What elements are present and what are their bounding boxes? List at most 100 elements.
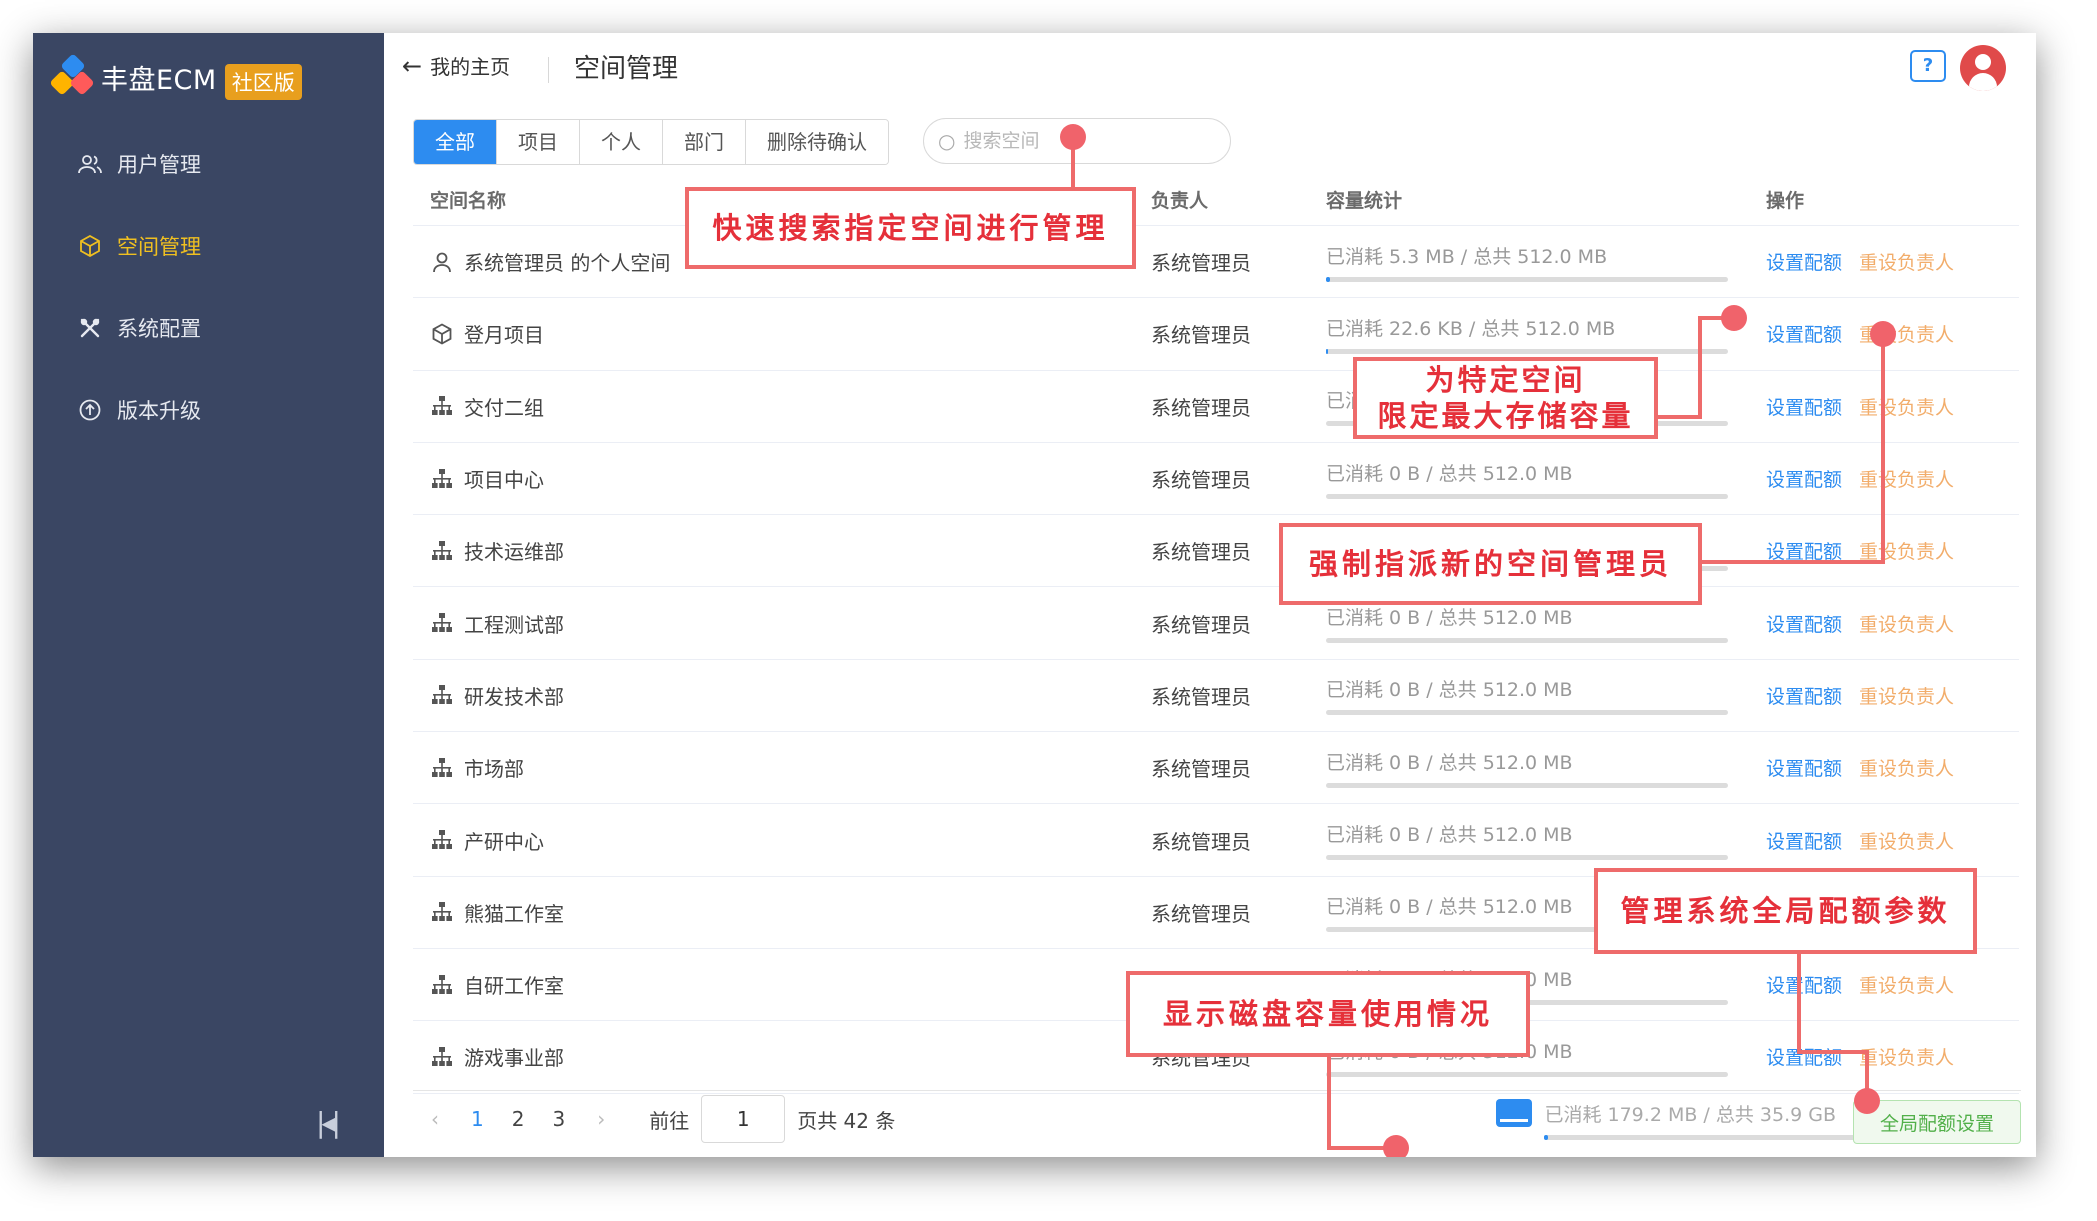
ops-cell: 设置配额重设负责人 [1766, 393, 2019, 420]
capacity-text: 已消耗 0 B / 总共 512.0 MB [1326, 824, 1573, 847]
sidebar-item-users[interactable]: 用户管理 [33, 123, 384, 205]
callout-connector [1658, 415, 1702, 419]
callout-dot [1060, 124, 1086, 150]
page-1-button[interactable]: 1 [471, 1107, 484, 1131]
prev-page-button[interactable]: ‹ [431, 1107, 439, 1131]
tab-pending-delete[interactable]: 删除待确认 [746, 120, 888, 164]
back-button[interactable]: ← 我的主页 [402, 51, 510, 80]
spaces-table: 空间名称 负责人 容量统计 操作 系统管理员 的个人空间 系统管理员 已消耗 5.3… [413, 173, 2019, 1094]
upgrade-icon [75, 399, 105, 421]
callout-owner: 强制指派新的空间管理员 [1279, 523, 1702, 605]
logo-icon [49, 53, 95, 97]
sidebar-item-label: 系统配置 [117, 317, 201, 341]
sidebar-item-spaces[interactable]: 空间管理 [33, 205, 384, 287]
sidebar-item-label: 用户管理 [117, 153, 201, 177]
tab-personal[interactable]: 个人 [580, 120, 663, 164]
reset-owner-link[interactable]: 重设负责人 [1859, 682, 1954, 709]
space-filter-tabs: 全部 项目 个人 部门 删除待确认 [413, 119, 889, 165]
space-name-cell: 交付二组 [413, 392, 1151, 421]
arrow-left-icon: ← [402, 51, 423, 80]
table-row: 交付二组系统管理员已消耗 0 B / 总共 512.0 MB设置配额重设负责人 [413, 371, 2019, 443]
goto-page-input[interactable] [701, 1095, 786, 1143]
capacity-cell: 已消耗 0 B / 总共 512.0 MB [1326, 820, 1766, 861]
owner-cell: 系统管理员 [1151, 251, 1251, 276]
page-3-button[interactable]: 3 [552, 1107, 565, 1131]
org-chart-icon [430, 683, 454, 707]
ops-cell: 设置配额重设负责人 [1766, 754, 2019, 781]
space-name-cell: 技术运维部 [413, 536, 1151, 565]
sidebar-item-upgrade[interactable]: 版本升级 [33, 369, 384, 451]
org-chart-icon [430, 973, 454, 997]
set-quota-link[interactable]: 设置配额 [1766, 754, 1842, 781]
space-name-cell: 市场部 [413, 753, 1151, 782]
total-count: 页共 42 条 [797, 1108, 896, 1133]
space-name-cell: 研发技术部 [413, 681, 1151, 710]
callout-global: 管理系统全局配额参数 [1594, 868, 1977, 954]
set-quota-link[interactable]: 设置配额 [1766, 248, 1842, 275]
capacity-cell: 已消耗 0 B / 总共 512.0 MB [1326, 675, 1766, 716]
help-icon[interactable]: ? [1910, 50, 1946, 82]
reset-owner-link[interactable]: 重设负责人 [1859, 827, 1954, 854]
ops-cell: 设置配额重设负责人 [1766, 465, 2019, 492]
column-header-owner: 负责人 [1151, 189, 1209, 212]
set-quota-link[interactable]: 设置配额 [1766, 1043, 1842, 1070]
disk-usage-bar [1544, 1135, 1881, 1140]
next-page-button[interactable]: › [597, 1107, 605, 1131]
page-2-button[interactable]: 2 [512, 1107, 525, 1131]
table-row: 工程测试部 系统管理员 已消耗 0 B / 总共 512.0 MB 设置配额 重设负责人 [413, 587, 2019, 660]
reset-owner-link[interactable]: 重设负责人 [1859, 465, 1954, 492]
space-name: 市场部 [464, 757, 524, 782]
reset-owner-link[interactable]: 重设负责人 [1859, 393, 1954, 420]
callout-connector [1327, 1056, 1331, 1150]
set-quota-link[interactable]: 设置配额 [1766, 682, 1842, 709]
table-row: 技术运维部系统管理员已消耗 0 B / 总共 512.0 MB设置配额重设负责人 [413, 515, 2019, 588]
tab-project[interactable]: 项目 [497, 120, 580, 164]
capacity-text: 已消耗 0 B / 总共 512.0 MB [1326, 462, 1573, 485]
space-name-cell: 产研中心 [413, 826, 1151, 855]
tab-all[interactable]: 全部 [414, 120, 497, 164]
owner-cell: 系统管理员 [1151, 684, 1251, 709]
edition-badge: 社区版 [224, 64, 302, 100]
app-window: 丰盘ECM 社区版 用户管理 空间管理 系统配置 版本升级 |◂| ← 我的主页… [33, 33, 2036, 1157]
set-quota-link[interactable]: 设置配额 [1766, 610, 1842, 637]
capacity-cell: 已消耗 0 B / 总共 512.0 MB [1326, 748, 1766, 788]
space-name-cell: 游戏事业部 [413, 1042, 1151, 1071]
set-quota-link[interactable]: 设置配额 [1766, 827, 1842, 854]
org-chart-icon [430, 900, 454, 924]
reset-owner-link[interactable]: 重设负责人 [1859, 1043, 1954, 1070]
table-row: 登月项目 系统管理员 已消耗 22.6 KB / 总共 512.0 MB 设置配额 重设… [413, 298, 2019, 371]
space-name: 登月项目 [464, 323, 544, 348]
set-quota-link[interactable]: 设置配额 [1766, 393, 1842, 420]
collapse-sidebar-icon[interactable]: |◂| [316, 1106, 341, 1139]
space-name: 项目中心 [464, 468, 544, 493]
space-name: 研发技术部 [464, 684, 564, 709]
capacity-bar [1326, 493, 1728, 499]
capacity-bar [1326, 638, 1728, 644]
capacity-bar [1326, 710, 1728, 716]
callout-dot [1854, 1088, 1880, 1114]
set-quota-link[interactable]: 设置配额 [1766, 320, 1842, 347]
org-chart-icon [430, 467, 454, 491]
tab-department[interactable]: 部门 [663, 120, 746, 164]
reset-owner-link[interactable]: 重设负责人 [1859, 971, 1954, 998]
app-logo: 丰盘ECM 社区版 [49, 47, 302, 107]
owner-cell: 系统管理员 [1151, 901, 1251, 926]
users-icon [75, 153, 105, 175]
callout-quota: 为特定空间 限定最大存储容量 [1353, 357, 1658, 439]
reset-owner-link[interactable]: 重设负责人 [1859, 610, 1954, 637]
set-quota-link[interactable]: 设置配额 [1766, 465, 1842, 492]
avatar[interactable] [1960, 45, 2006, 91]
space-name: 技术运维部 [464, 540, 564, 565]
set-quota-link[interactable]: 设置配额 [1766, 971, 1842, 998]
owner-cell: 系统管理员 [1151, 757, 1251, 782]
reset-owner-link[interactable]: 重设负责人 [1859, 248, 1954, 275]
callout-quota-line1: 为特定空间 [1425, 362, 1586, 397]
callout-connector [1881, 332, 1885, 564]
capacity-bar [1326, 1071, 1728, 1077]
space-name-cell: 项目中心 [413, 464, 1151, 493]
ops-cell: 设置配额重设负责人 [1766, 827, 2019, 854]
callout-quota-text: 为特定空间 限定最大存储容量 [1377, 362, 1633, 435]
table-row: 研发技术部 系统管理员 已消耗 0 B / 总共 512.0 MB 设置配额 重设负责人 [413, 660, 2019, 733]
sidebar-item-config[interactable]: 系统配置 [33, 287, 384, 369]
reset-owner-link[interactable]: 重设负责人 [1859, 754, 1954, 781]
